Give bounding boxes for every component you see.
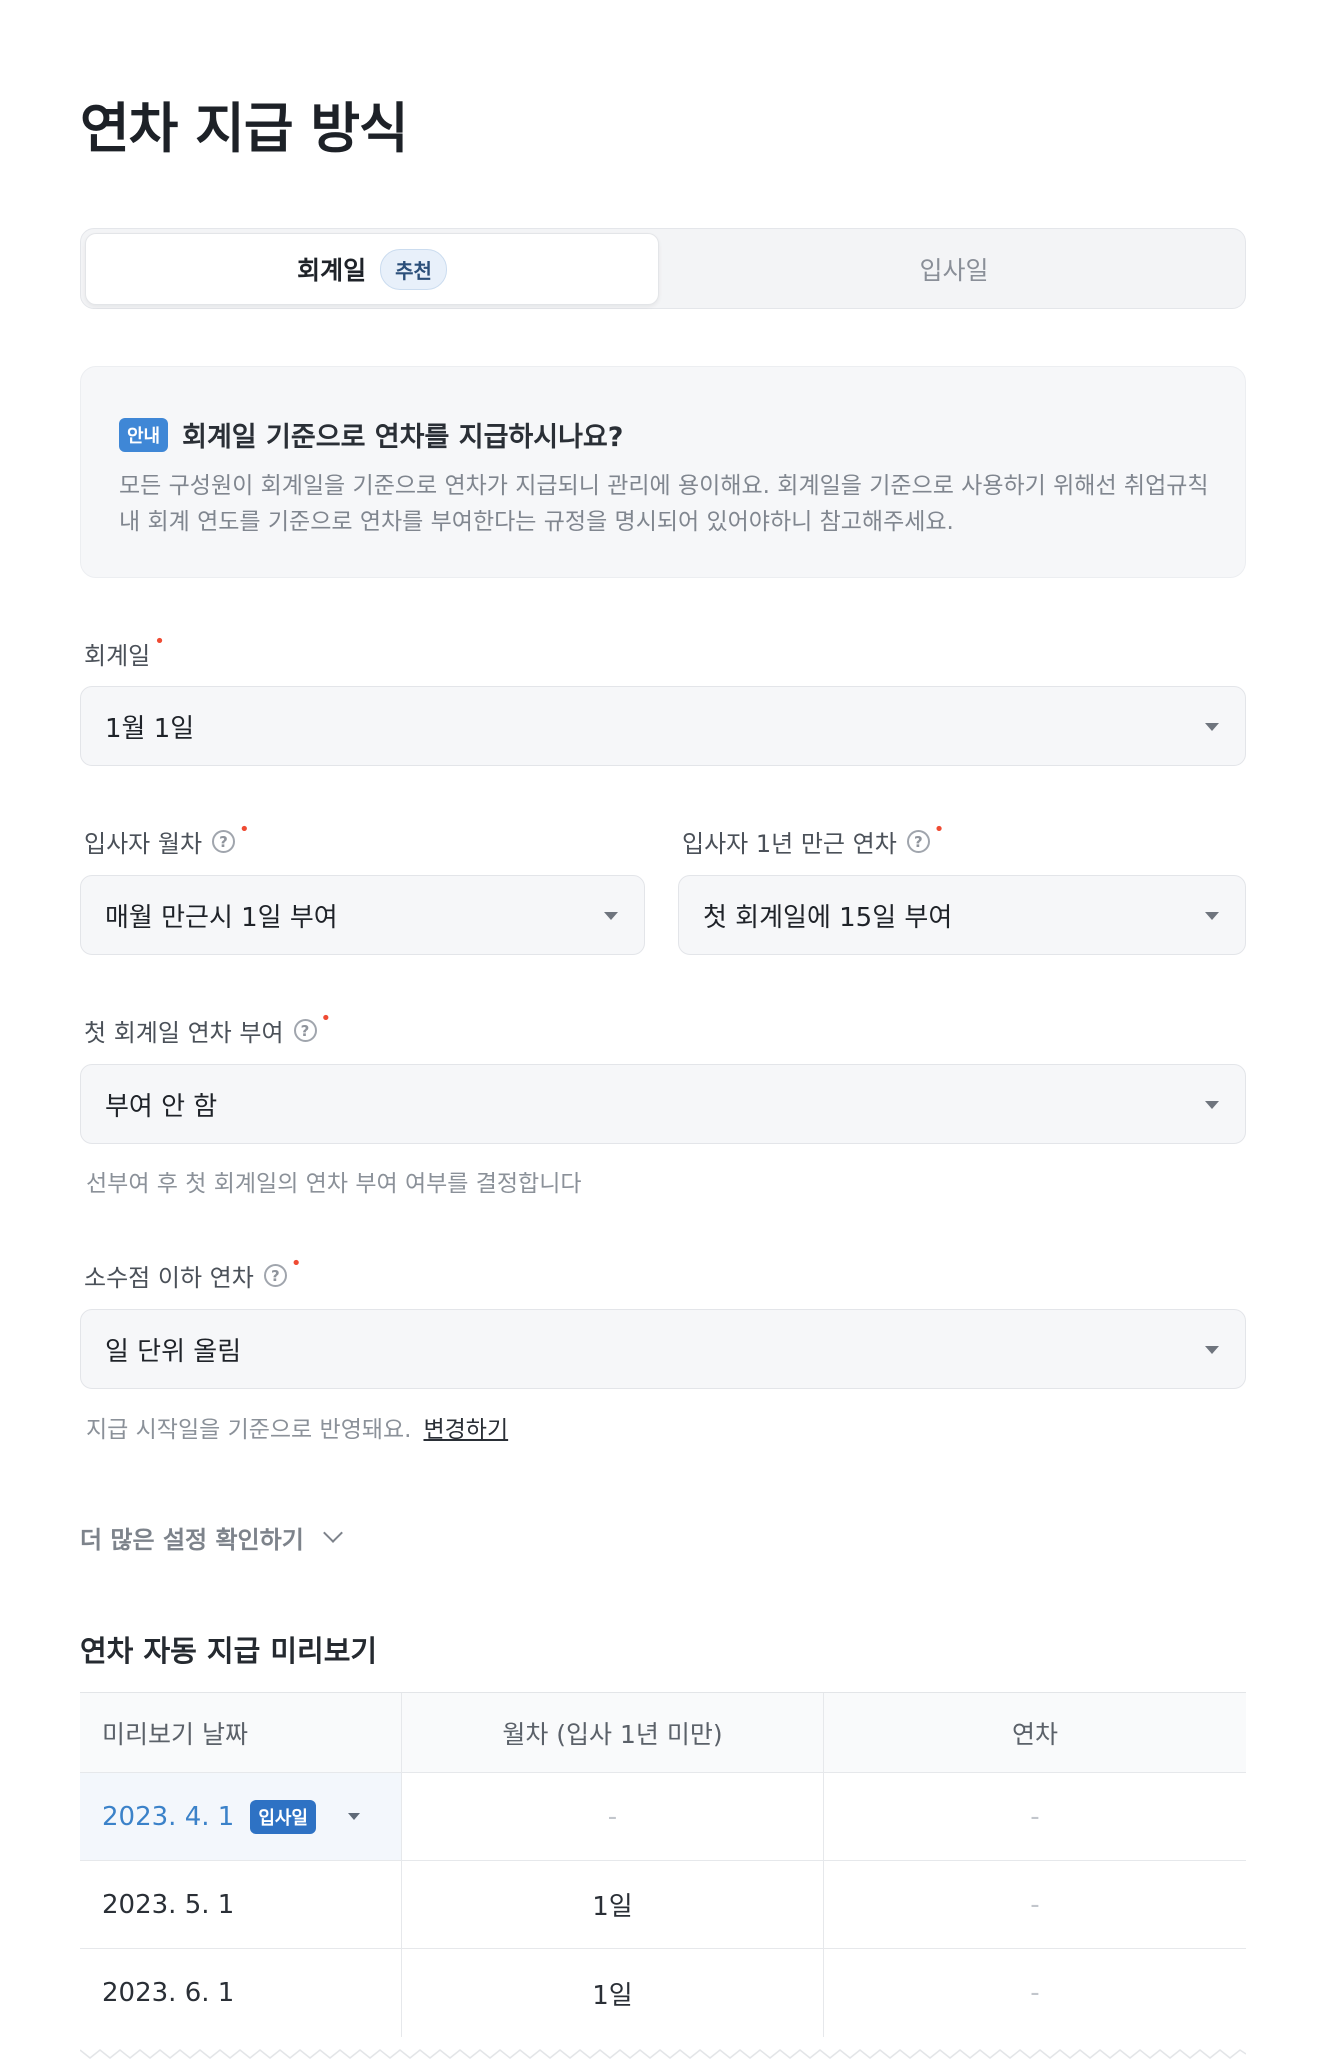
tab-join-date-label: 입사일 [919,256,989,285]
torn-edge-divider [80,2049,1246,2059]
decimal-rounding-hint: 지급 시작일을 기준으로 반영돼요. 변경하기 [86,1410,508,1444]
required-mark: • [320,1008,332,1029]
help-icon[interactable]: ? [212,830,236,853]
table-row: 2023. 5. 1 1일 - [80,1861,1246,1949]
caret-down-icon [1205,1346,1219,1354]
change-link[interactable]: 변경하기 [423,1417,508,1443]
preview-table: 미리보기 날짜 월차 (입사 1년 미만) 연차 2023. 4. 1 입사일 … [80,1692,1246,2037]
required-mark: • [154,631,165,652]
required-mark: • [933,819,945,840]
info-box: 안내 회계일 기준으로 연차를 지급하시나요? 모든 구성원이 회계일을 기준으… [80,366,1246,578]
info-header: 안내 회계일 기준으로 연차를 지급하시나요? [119,415,1207,454]
basis-segmented-control: 회계일 추천 입사일 [80,228,1246,309]
first-accounting-grant-value: 부여 안 함 [105,1091,218,1122]
preview-date: 2023. 4. 1 [102,1801,235,1832]
caret-down-icon [1205,723,1219,731]
more-settings-label: 더 많은 설정 확인하기 [80,1526,304,1554]
column-header-date: 미리보기 날짜 [80,1693,402,1772]
monthly-leave-value: 매월 만근시 1일 부여 [105,902,338,933]
monthly-leave-label: 입사자 월차 ? • [84,819,250,859]
required-mark: • [239,819,250,840]
accounting-date-value: 1월 1일 [105,713,195,744]
info-tag: 안내 [119,417,169,452]
annual-cell: - [1030,1978,1040,2008]
preview-title: 연차 자동 지급 미리보기 [80,1634,378,1668]
decimal-rounding-value: 일 단위 올림 [105,1336,242,1367]
table-row: 2023. 4. 1 입사일 - - [80,1773,1246,1861]
monthly-cell: - [402,1773,824,1860]
annual-cell: - [1030,1801,1040,1832]
tab-join-date[interactable]: 입사일 [665,233,1243,305]
annual-cell: - [1030,1889,1040,1920]
help-icon[interactable]: ? [263,1264,287,1287]
first-accounting-grant-label-text: 첫 회계일 연차 부여 [84,1019,284,1047]
column-header-annual: 연차 [1011,1719,1058,1749]
more-settings-toggle[interactable]: 더 많은 설정 확인하기 [80,1520,343,1555]
tab-accounting-date-label: 회계일 [297,256,367,285]
required-mark: • [290,1253,302,1274]
chevron-down-icon [322,1522,343,1543]
page-title: 연차 지급 방식 [80,97,409,160]
decimal-rounding-label: 소수점 이하 연차 ? • [84,1253,301,1293]
first-year-leave-label: 입사자 1년 만근 연차 ? • [682,819,944,859]
accounting-date-label: 회계일 • [84,631,165,671]
monthly-cell: 1일 [402,1861,824,1948]
decimal-rounding-hint-text: 지급 시작일을 기준으로 반영돼요. [86,1417,412,1443]
help-icon[interactable]: ? [293,1019,317,1042]
accounting-date-label-text: 회계일 [84,642,151,670]
table-header: 미리보기 날짜 월차 (입사 1년 미만) 연차 [80,1693,1246,1773]
table-row: 2023. 6. 1 1일 - [80,1949,1246,2037]
first-accounting-grant-hint: 선부여 후 첫 회계일의 연차 부여 여부를 결정합니다 [86,1171,582,1197]
tab-accounting-date[interactable]: 회계일 추천 [85,233,659,305]
preview-date-selector[interactable]: 2023. 4. 1 입사일 [80,1773,402,1860]
caret-down-icon [1205,912,1219,920]
recommended-badge: 추천 [380,248,447,290]
caret-down-icon [604,912,618,920]
preview-date: 2023. 6. 1 [80,1949,402,2037]
join-date-tag: 입사일 [250,1799,316,1834]
monthly-cell: 1일 [402,1949,824,2037]
first-year-leave-select[interactable]: 첫 회계일에 15일 부여 [678,875,1246,955]
first-accounting-grant-select[interactable]: 부여 안 함 [80,1064,1246,1144]
page: 연차 지급 방식 회계일 추천 입사일 안내 회계일 기준으로 연차를 지급하시… [0,0,1320,2060]
info-title: 회계일 기준으로 연차를 지급하시나요? [182,422,624,453]
first-accounting-grant-label: 첫 회계일 연차 부여 ? • [84,1008,331,1048]
decimal-rounding-label-text: 소수점 이하 연차 [84,1264,254,1292]
monthly-leave-select[interactable]: 매월 만근시 1일 부여 [80,875,645,955]
info-body: 모든 구성원이 회계일을 기준으로 연차가 지급되니 관리에 용이해요. 회계일… [119,473,1209,535]
caret-down-icon [348,1813,360,1820]
first-year-leave-label-text: 입사자 1년 만근 연차 [682,830,897,858]
first-year-leave-value: 첫 회계일에 15일 부여 [703,902,953,933]
monthly-leave-label-text: 입사자 월차 [84,830,203,858]
preview-date: 2023. 5. 1 [80,1861,402,1948]
help-icon[interactable]: ? [906,830,930,853]
column-header-monthly: 월차 (입사 1년 미만) [402,1693,824,1772]
accounting-date-select[interactable]: 1월 1일 [80,686,1246,766]
caret-down-icon [1205,1101,1219,1109]
decimal-rounding-select[interactable]: 일 단위 올림 [80,1309,1246,1389]
